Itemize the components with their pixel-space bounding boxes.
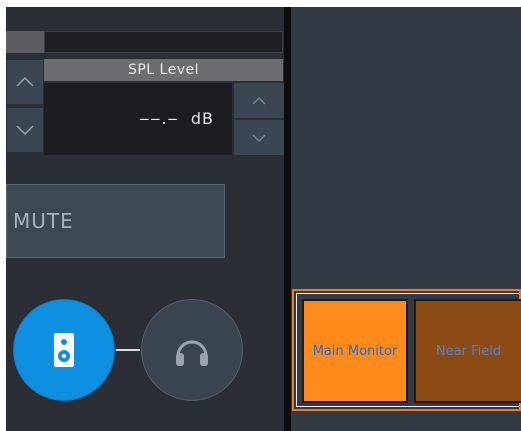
left-decrement-button[interactable]: [6, 107, 44, 153]
chevron-up-icon: [16, 76, 34, 87]
left-increment-button[interactable]: [6, 59, 44, 105]
chevron-down-icon: [16, 125, 34, 136]
chevron-down-icon: [252, 134, 266, 142]
left-stepper: [6, 59, 44, 159]
panel-divider: [284, 7, 291, 431]
mute-button[interactable]: MUTE: [6, 184, 225, 258]
speaker-icon: [54, 333, 74, 367]
spl-unit: dB: [190, 109, 214, 128]
main-monitor-button[interactable]: Main Monitor: [302, 299, 408, 403]
top-strip-field: [44, 31, 283, 53]
top-strip-segment: [6, 31, 44, 53]
app-window: SPL Level ‒‒.‒ dB MUTE Main Monitor Near…: [6, 7, 521, 431]
spl-increment-button[interactable]: [234, 83, 284, 118]
chevron-up-icon: [252, 96, 266, 104]
monitor-selector: Main Monitor Near Field: [292, 289, 521, 411]
near-field-button[interactable]: Near Field: [414, 299, 521, 403]
spl-readout-value: ‒‒.‒ dB: [139, 83, 214, 155]
spl-value: ‒‒.‒: [139, 109, 179, 128]
spl-decrement-button[interactable]: [234, 120, 284, 155]
speaker-output-button[interactable]: [13, 299, 115, 401]
left-panel: SPL Level ‒‒.‒ dB MUTE: [6, 7, 284, 431]
headphone-output-button[interactable]: [141, 299, 243, 401]
spl-level-label: SPL Level: [44, 59, 283, 81]
spl-stepper: [234, 83, 284, 155]
output-connector: [116, 349, 140, 351]
spl-readout: ‒‒.‒ dB: [44, 83, 232, 155]
headphones-icon: [176, 340, 208, 366]
